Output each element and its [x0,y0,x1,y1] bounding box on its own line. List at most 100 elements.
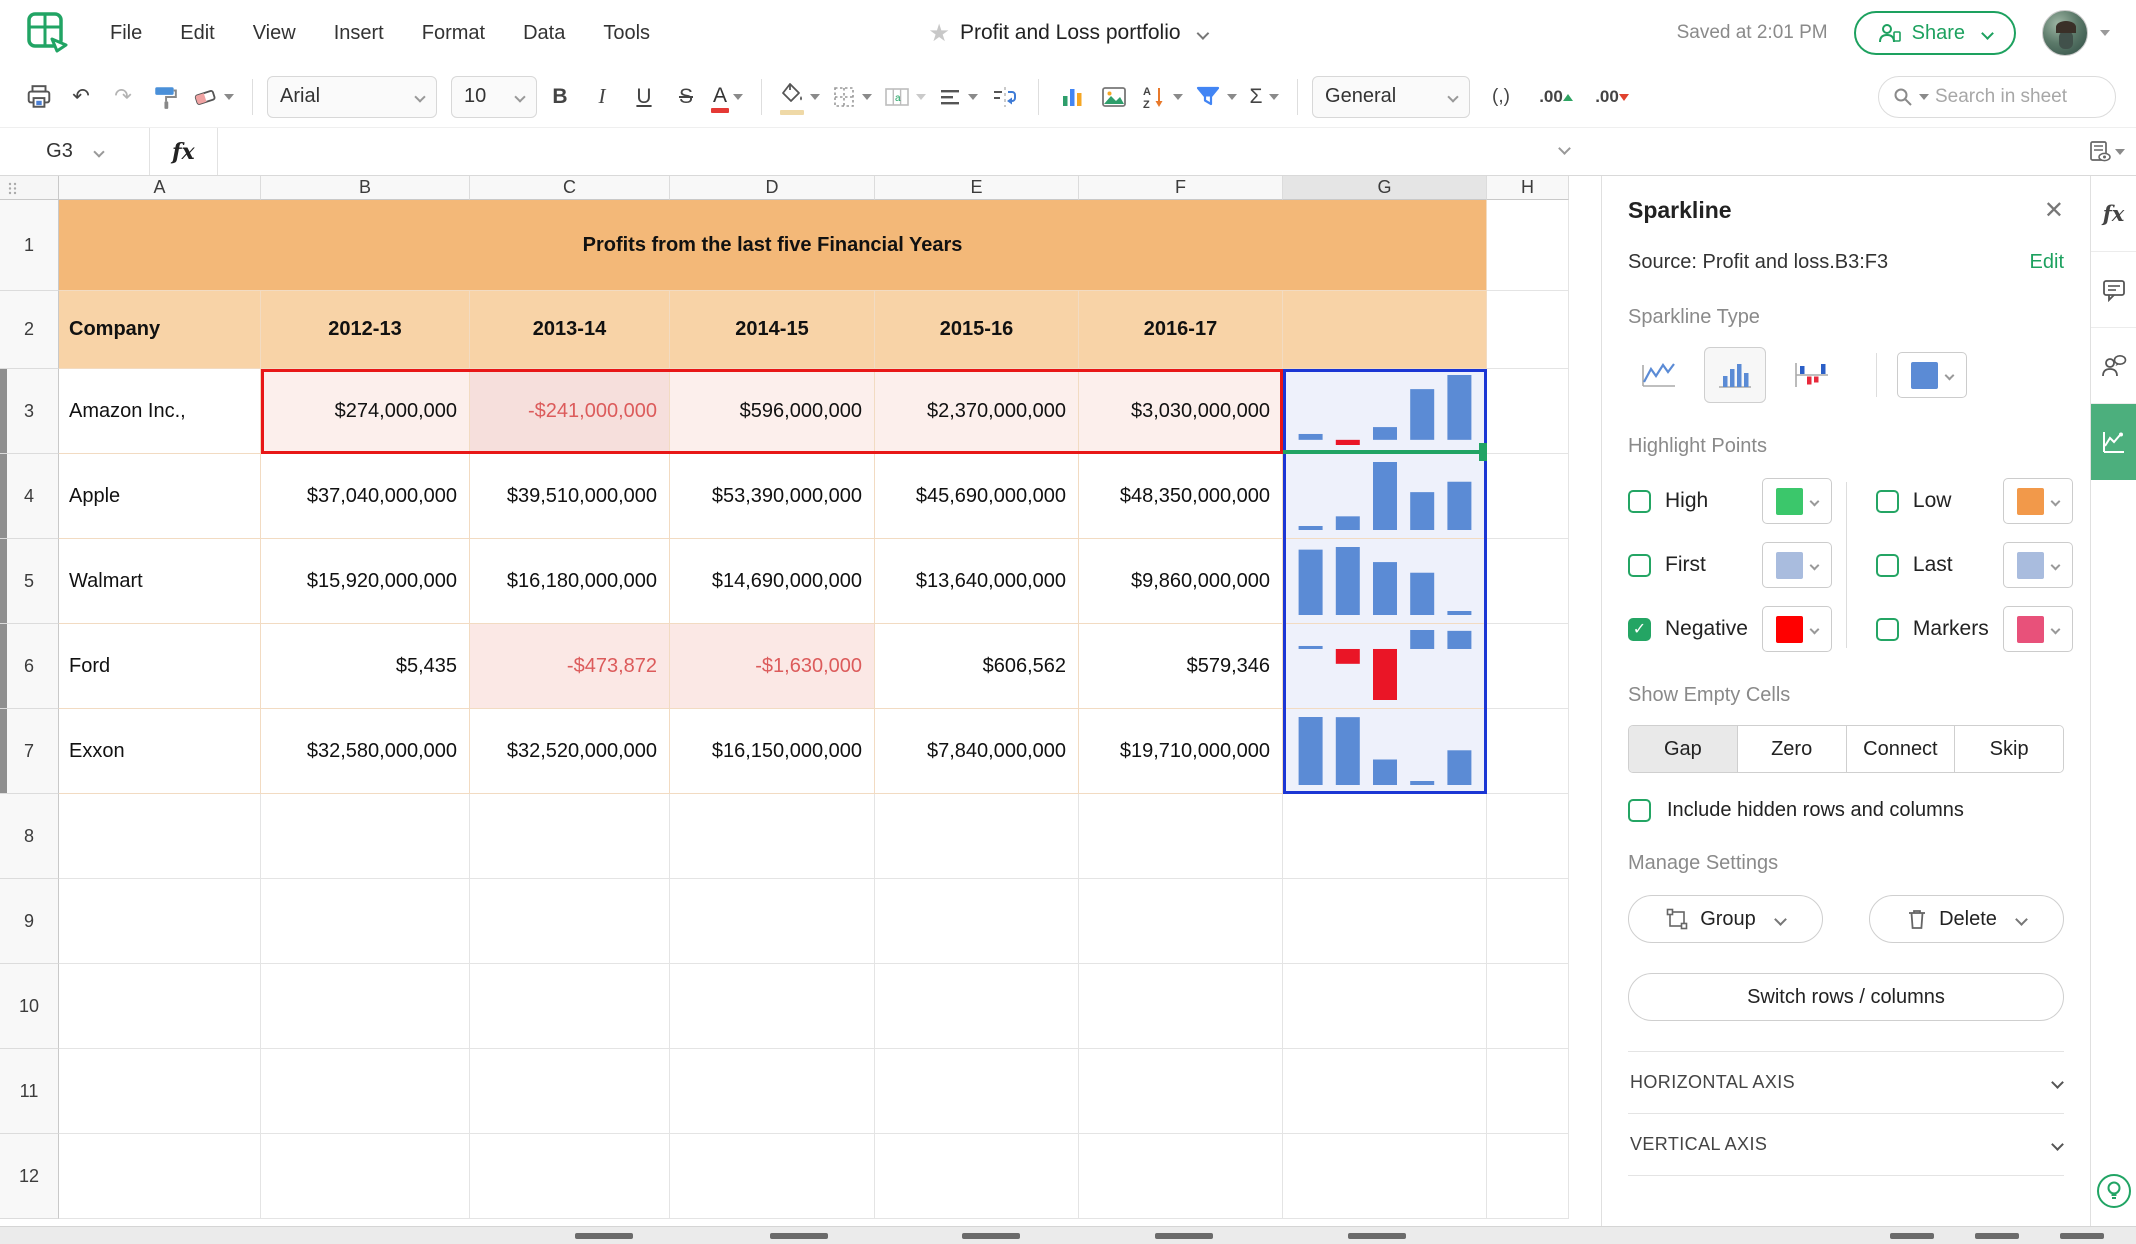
negative-checkbox[interactable]: ✓ [1628,618,1651,641]
cell-E12[interactable] [875,1134,1079,1219]
row-header-8[interactable]: 8 [0,794,59,879]
font-size-select[interactable]: 10 [451,76,537,118]
wrap-text-button[interactable] [986,77,1024,117]
print-button[interactable] [20,77,58,117]
fill-color-button[interactable] [776,77,824,117]
cell-F11[interactable] [1079,1049,1283,1134]
sum-button[interactable]: Σ [1245,77,1283,117]
font-color-button[interactable]: A [709,77,747,117]
avatar-caret-icon[interactable] [2100,30,2110,36]
cell-company-A4[interactable]: Apple [59,454,261,539]
high-checkbox[interactable] [1628,490,1651,513]
empty-cells-option-zero[interactable]: Zero [1738,726,1847,772]
low-checkbox[interactable] [1876,490,1899,513]
share-button[interactable]: Share [1854,11,2016,55]
markers-checkbox[interactable] [1876,618,1899,641]
cell-header-B2[interactable]: 2012-13 [261,291,470,369]
cell-A10[interactable] [59,964,261,1049]
cell-F4[interactable]: $48,350,000,000 [1079,454,1283,539]
cell-H3[interactable] [1487,369,1569,454]
cell-C11[interactable] [470,1049,670,1134]
empty-cells-option-connect[interactable]: Connect [1847,726,1956,772]
cell-C8[interactable] [470,794,670,879]
empty-cells-option-skip[interactable]: Skip [1955,726,2063,772]
select-all-corner[interactable] [0,176,59,200]
cell-B5[interactable]: $15,920,000,000 [261,539,470,624]
row-header-3[interactable]: 3 [0,369,59,454]
menu-view[interactable]: View [253,22,296,44]
cell-B3[interactable]: $274,000,000 [261,369,470,454]
row-header-4[interactable]: 4 [0,454,59,539]
cell-B7[interactable]: $32,580,000,000 [261,709,470,794]
cell-H5[interactable] [1487,539,1569,624]
cell-F9[interactable] [1079,879,1283,964]
cell-E5[interactable]: $13,640,000,000 [875,539,1079,624]
strikethrough-button[interactable]: S [667,77,705,117]
cell-G10[interactable] [1283,964,1487,1049]
cell-C12[interactable] [470,1134,670,1219]
sparkline-sidebar-button[interactable] [2091,404,2136,480]
series-color-select[interactable] [1897,352,1967,398]
cell-sparkline-G4[interactable] [1283,454,1487,539]
filter-button[interactable] [1191,77,1241,117]
increase-decimal-button[interactable]: .00 [1532,77,1570,117]
cell-B10[interactable] [261,964,470,1049]
app-logo-icon[interactable] [26,11,70,55]
col-header-H[interactable]: H [1487,176,1569,200]
document-title[interactable]: Profit and Loss portfolio [960,21,1181,45]
underline-button[interactable]: U [625,77,663,117]
cell-G2[interactable] [1283,291,1487,369]
cell-C5[interactable]: $16,180,000,000 [470,539,670,624]
cell-A8[interactable] [59,794,261,879]
last-color-select[interactable] [2003,542,2073,588]
comments-sidebar-button[interactable] [2091,252,2136,328]
cell-C6[interactable]: -$473,872 [470,624,670,709]
cell-company-A5[interactable]: Walmart [59,539,261,624]
eraser-button[interactable] [188,77,238,117]
cell-A11[interactable] [59,1049,261,1134]
cell-H9[interactable] [1487,879,1569,964]
title-chevron-icon[interactable] [1197,27,1210,40]
cell-E7[interactable]: $7,840,000,000 [875,709,1079,794]
cell-F10[interactable] [1079,964,1283,1049]
row-header-5[interactable]: 5 [0,539,59,624]
menu-tools[interactable]: Tools [603,22,650,44]
cell-E9[interactable] [875,879,1079,964]
switch-rows-columns-button[interactable]: Switch rows / columns [1628,973,2064,1021]
high-color-select[interactable] [1762,478,1832,524]
undo-button[interactable]: ↶ [62,77,100,117]
cell-D7[interactable]: $16,150,000,000 [670,709,875,794]
row-header-12[interactable]: 12 [0,1134,59,1219]
cell-E10[interactable] [875,964,1079,1049]
col-header-E[interactable]: E [875,176,1079,200]
search-input[interactable]: Search in sheet [1878,76,2116,118]
row-header-11[interactable]: 11 [0,1049,59,1134]
col-header-B[interactable]: B [261,176,470,200]
first-checkbox[interactable] [1628,554,1651,577]
row-header-2[interactable]: 2 [0,291,59,369]
tips-lightbulb-button[interactable] [2094,1171,2134,1216]
horizontal-align-button[interactable] [934,77,982,117]
sparkline-type-line-button[interactable] [1628,347,1690,403]
menu-insert[interactable]: Insert [334,22,384,44]
menu-data[interactable]: Data [523,22,565,44]
negative-color-select[interactable] [1762,606,1832,652]
cell-sparkline-G6[interactable] [1283,624,1487,709]
discuss-sidebar-button[interactable] [2091,328,2136,404]
cell-H10[interactable] [1487,964,1569,1049]
cell-D3[interactable]: $596,000,000 [670,369,875,454]
cell-C9[interactable] [470,879,670,964]
cell-B8[interactable] [261,794,470,879]
redo-button[interactable]: ↷ [104,77,142,117]
cell-G8[interactable] [1283,794,1487,879]
menu-file[interactable]: File [110,22,142,44]
insert-chart-button[interactable] [1053,77,1091,117]
favorite-star-icon[interactable]: ★ [928,19,950,48]
cell-D6[interactable]: -$1,630,000 [670,624,875,709]
cell-title-A1[interactable]: Profits from the last five Financial Yea… [59,200,1487,291]
cell-sparkline-G5[interactable] [1283,539,1487,624]
sheet-view-button[interactable] [2076,140,2136,164]
edit-source-link[interactable]: Edit [2030,251,2064,274]
formula-input[interactable] [218,128,2076,175]
bold-button[interactable]: B [541,77,579,117]
